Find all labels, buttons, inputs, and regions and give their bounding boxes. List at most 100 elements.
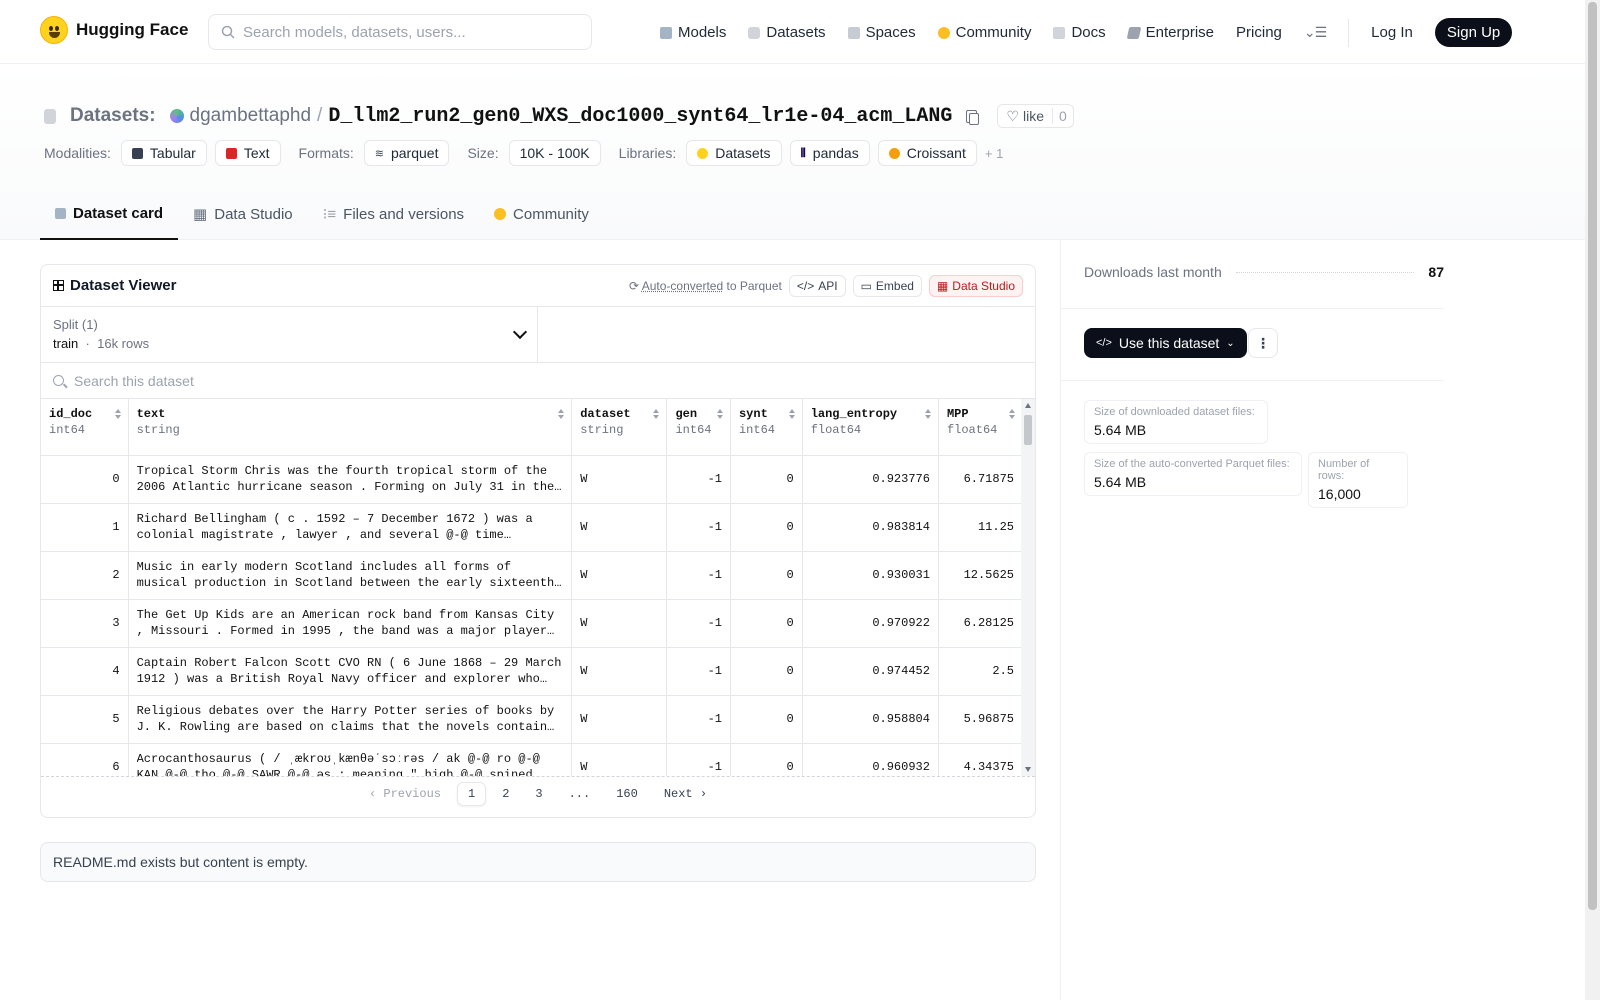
- nav-datasets[interactable]: Datasets: [748, 24, 826, 41]
- cell-gen[interactable]: -1: [666, 503, 731, 552]
- next-page-button[interactable]: Next ›: [654, 783, 717, 805]
- nav-enterprise[interactable]: Enterprise: [1126, 24, 1214, 41]
- cell-gen[interactable]: -1: [666, 599, 731, 648]
- global-search-input[interactable]: [243, 23, 573, 41]
- tab-community[interactable]: Community: [479, 188, 604, 240]
- cell-id-doc[interactable]: 3: [41, 599, 129, 648]
- column-header[interactable]: dataset string: [571, 399, 668, 456]
- cell-text[interactable]: Acrocanthosaurus ( / ˌækroʊˌkænθəˈsɔːrəs…: [128, 743, 573, 776]
- tab-dataset-card[interactable]: Dataset card: [40, 188, 179, 240]
- cell-mpp[interactable]: 6.71875: [938, 455, 1024, 504]
- table-row[interactable]: 6 Acrocanthosaurus ( / ˌækroʊˌkænθəˈsɔːrə…: [41, 743, 1024, 776]
- tab-files-versions[interactable]: ⁝≡ Files and versions: [308, 188, 479, 240]
- page-1-button[interactable]: 1: [456, 781, 487, 806]
- table-row[interactable]: 5 Religious debates over the Harry Potter…: [41, 695, 1024, 744]
- sort-icon[interactable]: [558, 409, 565, 419]
- tag-pandas[interactable]: ⦀ pandas: [789, 140, 870, 166]
- cell-gen[interactable]: -1: [666, 455, 731, 504]
- cell-lang-entropy[interactable]: 0.960932: [802, 743, 939, 776]
- cell-id-doc[interactable]: 1: [41, 503, 129, 552]
- more-menu-icon[interactable]: ⌄☰: [1304, 24, 1327, 41]
- cell-gen[interactable]: -1: [666, 695, 731, 744]
- column-header[interactable]: MPP float64: [938, 399, 1024, 456]
- cell-dataset[interactable]: W: [571, 647, 668, 696]
- page-last-button[interactable]: 160: [606, 783, 648, 805]
- cell-text[interactable]: Richard Bellingham ( c . 1592 – 7 Decemb…: [128, 503, 573, 552]
- data-table-container[interactable]: id_doc int64 text string dataset string gen int…: [41, 399, 1035, 776]
- api-button[interactable]: </> API: [788, 274, 846, 297]
- page-3-button[interactable]: 3: [525, 783, 552, 805]
- nav-pricing[interactable]: Pricing: [1236, 24, 1282, 41]
- scrollbar-thumb[interactable]: [1024, 415, 1032, 445]
- tag-size[interactable]: 10K - 100K: [508, 140, 601, 166]
- cell-lang-entropy[interactable]: 0.970922: [802, 599, 939, 648]
- table-row[interactable]: 2 Music in early modern Scotland includes…: [41, 551, 1024, 600]
- sort-icon[interactable]: [1009, 409, 1016, 419]
- cell-dataset[interactable]: W: [571, 695, 668, 744]
- cell-id-doc[interactable]: 2: [41, 551, 129, 600]
- cell-text[interactable]: Music in early modern Scotland includes …: [128, 551, 573, 600]
- like-count[interactable]: 0: [1052, 108, 1073, 124]
- cell-lang-entropy[interactable]: 0.958804: [802, 695, 939, 744]
- table-row[interactable]: 1 Richard Bellingham ( c . 1592 – 7 Decem…: [41, 503, 1024, 552]
- cell-mpp[interactable]: 6.28125: [938, 599, 1024, 648]
- sort-icon[interactable]: [924, 409, 932, 419]
- cell-id-doc[interactable]: 6: [41, 743, 129, 776]
- cell-id-doc[interactable]: 4: [41, 647, 129, 696]
- sort-icon[interactable]: [114, 409, 122, 419]
- cell-synt[interactable]: 0: [730, 695, 803, 744]
- cell-id-doc[interactable]: 5: [41, 695, 129, 744]
- repo-type-link[interactable]: Datasets:: [70, 105, 156, 127]
- more-options-button[interactable]: ⋮: [1248, 328, 1278, 358]
- nav-spaces[interactable]: Spaces: [847, 24, 916, 41]
- nav-models[interactable]: Models: [660, 24, 726, 41]
- column-header[interactable]: text string: [128, 399, 573, 456]
- use-this-dataset-button[interactable]: </> Use this dataset ⌄: [1084, 328, 1247, 358]
- cell-dataset[interactable]: W: [571, 503, 668, 552]
- cell-synt[interactable]: 0: [730, 647, 803, 696]
- nav-community[interactable]: Community: [937, 24, 1031, 41]
- cell-lang-entropy[interactable]: 0.930031: [802, 551, 939, 600]
- sort-icon[interactable]: [716, 409, 724, 419]
- cell-text[interactable]: The Get Up Kids are an American rock ban…: [128, 599, 573, 648]
- cell-text[interactable]: Tropical Storm Chris was the fourth trop…: [128, 455, 573, 504]
- split-selector[interactable]: Split (1) train · 16k rows: [41, 307, 538, 362]
- previous-page-button[interactable]: ‹ Previous: [359, 783, 451, 805]
- data-studio-button[interactable]: ▦ Data Studio: [928, 274, 1023, 297]
- cell-mpp[interactable]: 4.34375: [938, 743, 1024, 776]
- column-header[interactable]: lang_entropy float64: [802, 399, 939, 456]
- cell-text[interactable]: Captain Robert Falcon Scott CVO RN ( 6 J…: [128, 647, 573, 696]
- column-header[interactable]: id_doc int64: [41, 399, 129, 456]
- cell-gen[interactable]: -1: [666, 647, 731, 696]
- cell-lang-entropy[interactable]: 0.974452: [802, 647, 939, 696]
- home-logo-link[interactable]: Hugging Face: [40, 16, 188, 44]
- cell-mpp[interactable]: 2.5: [938, 647, 1024, 696]
- sort-icon[interactable]: [653, 409, 660, 419]
- dataset-search-input[interactable]: [74, 372, 474, 389]
- cell-mpp[interactable]: 11.25: [938, 503, 1024, 552]
- cell-gen[interactable]: -1: [666, 743, 731, 776]
- tag-text[interactable]: Text: [214, 140, 281, 166]
- cell-dataset[interactable]: W: [571, 551, 668, 600]
- scroll-down-arrow-icon[interactable]: [1025, 767, 1031, 772]
- repo-name-link[interactable]: D_llm2_run2_gen0_WXS_doc1000_synt64_lr1e…: [328, 105, 952, 128]
- cell-mpp[interactable]: 12.5625: [938, 551, 1024, 600]
- column-header[interactable]: gen int64: [666, 399, 731, 456]
- table-scrollbar[interactable]: [1021, 399, 1035, 776]
- table-row[interactable]: 0 Tropical Storm Chris was the fourth tro…: [41, 455, 1024, 504]
- page-scrollbar-thumb[interactable]: [1588, 2, 1597, 910]
- signup-button[interactable]: Sign Up: [1434, 18, 1513, 47]
- dataset-search[interactable]: [41, 363, 1035, 399]
- cell-lang-entropy[interactable]: 0.923776: [802, 455, 939, 504]
- sort-icon[interactable]: [788, 409, 796, 419]
- cell-synt[interactable]: 0: [730, 455, 803, 504]
- column-header[interactable]: synt int64: [730, 399, 803, 456]
- auto-converted-link[interactable]: Auto-converted: [642, 279, 723, 293]
- page-scrollbar[interactable]: [1585, 0, 1600, 1000]
- cell-synt[interactable]: 0: [730, 599, 803, 648]
- cell-synt[interactable]: 0: [730, 503, 803, 552]
- copy-icon[interactable]: [966, 109, 980, 125]
- cell-mpp[interactable]: 5.96875: [938, 695, 1024, 744]
- table-row[interactable]: 3 The Get Up Kids are an American rock ba…: [41, 599, 1024, 648]
- tag-parquet[interactable]: ≋ parquet: [363, 140, 450, 166]
